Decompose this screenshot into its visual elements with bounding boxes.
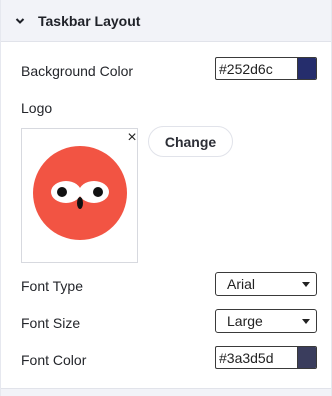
change-logo-button[interactable]: Change bbox=[148, 126, 233, 157]
font-color-label: Font Color bbox=[21, 352, 87, 368]
font-type-label: Font Type bbox=[21, 278, 84, 294]
dropdown-caret-icon bbox=[302, 318, 310, 324]
logo-label: Logo bbox=[21, 100, 53, 116]
font-size-select[interactable]: Large bbox=[215, 309, 317, 333]
section-header[interactable]: Taskbar Layout bbox=[1, 0, 331, 42]
font-type-select[interactable]: Arial bbox=[215, 272, 317, 296]
remove-logo-icon[interactable]: × bbox=[125, 130, 139, 146]
font-color-input[interactable] bbox=[216, 347, 297, 368]
owl-logo-image bbox=[33, 146, 127, 240]
background-color-input[interactable] bbox=[216, 58, 297, 79]
taskbar-layout-panel: Taskbar Layout Background Color Logo × C… bbox=[0, 0, 332, 396]
section-title: Taskbar Layout bbox=[38, 12, 141, 29]
font-color-swatch[interactable] bbox=[297, 347, 316, 368]
font-type-value: Arial bbox=[227, 276, 256, 292]
background-color-label: Background Color bbox=[21, 63, 134, 79]
background-color-swatch[interactable] bbox=[297, 58, 316, 79]
font-color-field[interactable] bbox=[215, 346, 317, 369]
chevron-down-icon[interactable] bbox=[14, 15, 26, 27]
logo-preview bbox=[21, 128, 138, 263]
dropdown-caret-icon bbox=[302, 281, 310, 287]
font-size-value: Large bbox=[227, 313, 263, 329]
font-size-label: Font Size bbox=[21, 315, 81, 331]
background-color-field[interactable] bbox=[215, 57, 317, 80]
next-section-edge bbox=[1, 388, 331, 396]
